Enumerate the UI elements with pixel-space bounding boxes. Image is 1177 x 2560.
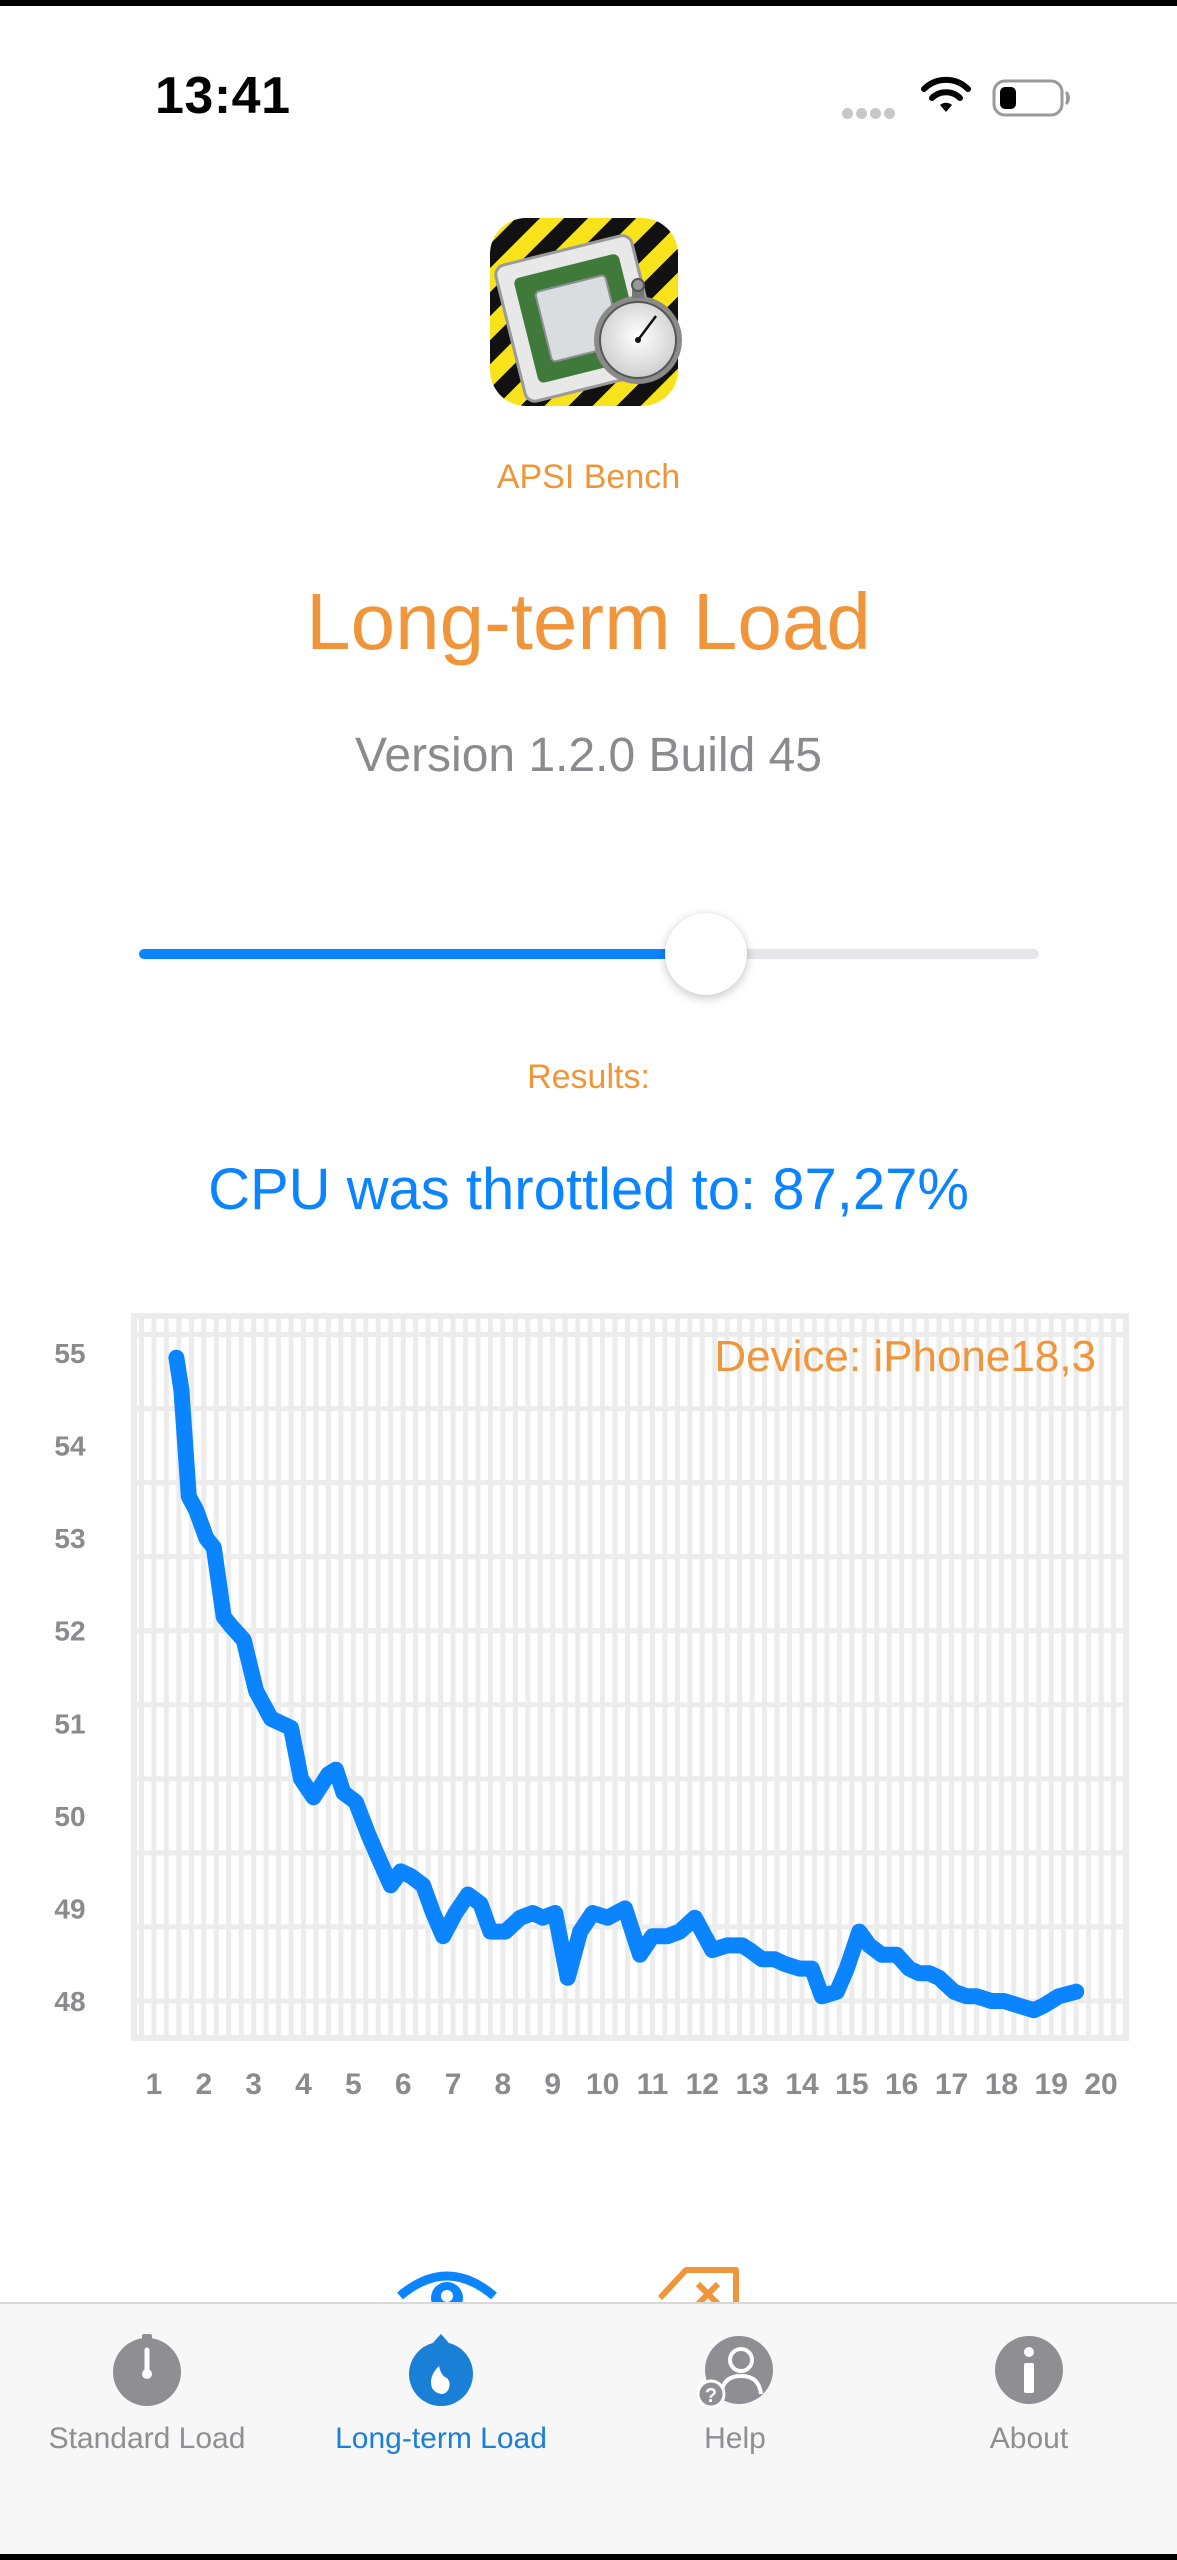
tab-label-long-term-load: Long-term Load xyxy=(335,2422,547,2455)
x-tick-label: 18 xyxy=(985,2068,1018,2101)
x-tick-label: 15 xyxy=(835,2068,868,2101)
tab-label-about: About xyxy=(989,2422,1069,2455)
temperature-chart: 55 54 53 52 51 50 49 48 1 2 3 4 5 6 7 8 9 10 11 12 13 14 15 16 1… xyxy=(0,1306,1177,2106)
svg-text:?: ? xyxy=(705,2385,717,2407)
y-tick-label: 54 xyxy=(54,1431,86,1462)
x-tick-label: 3 xyxy=(245,2068,262,2101)
tab-about[interactable]: About xyxy=(882,2332,1176,2492)
device-annotation: Device: iPhone18,3 xyxy=(714,1332,1096,1381)
page-title: Long-term Load xyxy=(306,577,871,666)
x-tick-label: 5 xyxy=(345,2068,362,2101)
app-logo-icon xyxy=(490,218,682,406)
x-tick-label: 16 xyxy=(885,2068,918,2101)
slider-thumb[interactable] xyxy=(665,913,747,995)
chart-svg: 55545352515049481 2 3 4 5 6 7 8 9 10 11 12 13 14 15 16 1… xyxy=(54,1313,1129,2101)
x-tick-label: 1 xyxy=(146,2068,163,2101)
x-tick-label: 19 xyxy=(1035,2068,1068,2101)
x-tick-label: 7 xyxy=(445,2068,462,2101)
x-tick-label: 2 xyxy=(195,2068,212,2101)
y-tick-label: 52 xyxy=(54,1616,85,1647)
y-tick-label: 51 xyxy=(54,1708,85,1739)
y-tick-label: 55 xyxy=(54,1338,85,1369)
results-label: Results: xyxy=(527,1058,650,1096)
stopwatch-icon xyxy=(113,2334,181,2406)
app-screen: 13:41 APSI Bench Long-term Load Version … xyxy=(0,6,1177,2554)
info-icon xyxy=(995,2336,1063,2404)
x-tick-label: 8 xyxy=(495,2068,512,2101)
x-tick-label: 12 xyxy=(686,2068,719,2101)
x-tick-label: 20 xyxy=(1084,2068,1117,2101)
tab-bar: Standard Load Long-term Load ? Help Abou… xyxy=(0,2302,1177,2554)
throttle-result-text: CPU was throttled to: 87,27% xyxy=(208,1157,969,1222)
load-duration-slider[interactable] xyxy=(139,913,1039,995)
y-tick-label: 48 xyxy=(54,1986,85,2017)
y-tick-label: 49 xyxy=(54,1893,85,1924)
x-tick-label: 13 xyxy=(735,2068,768,2101)
x-tick-label: 11 xyxy=(637,2068,669,2101)
slider-fill xyxy=(139,949,706,959)
status-bar: 13:41 xyxy=(0,6,1177,126)
tab-help[interactable]: ? Help xyxy=(588,2332,882,2492)
x-tick-label: 14 xyxy=(785,2068,819,2101)
y-tick-label: 50 xyxy=(54,1801,85,1832)
x-tick-label: 17 xyxy=(935,2068,968,2101)
x-tick-label: 10 xyxy=(586,2068,619,2101)
tab-standard-load[interactable]: Standard Load xyxy=(0,2332,294,2492)
tab-label-standard-load: Standard Load xyxy=(48,2422,246,2455)
wifi-icon xyxy=(921,76,971,112)
flame-icon xyxy=(409,2334,473,2406)
tab-long-term-load[interactable]: Long-term Load xyxy=(294,2332,588,2492)
y-tick-label: 53 xyxy=(54,1523,85,1554)
status-time: 13:41 xyxy=(155,67,291,125)
app-name: APSI Bench xyxy=(496,458,681,496)
bottom-action-icons xyxy=(397,2267,739,2306)
battery-icon xyxy=(992,79,1070,117)
cellular-signal-icon xyxy=(842,106,898,124)
x-tick-label: 6 xyxy=(395,2068,412,2101)
tab-label-help: Help xyxy=(704,2422,766,2455)
version-label: Version 1.2.0 Build 45 xyxy=(355,729,822,782)
clear-results-icon[interactable] xyxy=(657,2267,739,2306)
x-tick-label: 9 xyxy=(544,2068,561,2101)
person-help-icon: ? xyxy=(697,2336,773,2408)
x-tick-label: 4 xyxy=(295,2068,312,2101)
